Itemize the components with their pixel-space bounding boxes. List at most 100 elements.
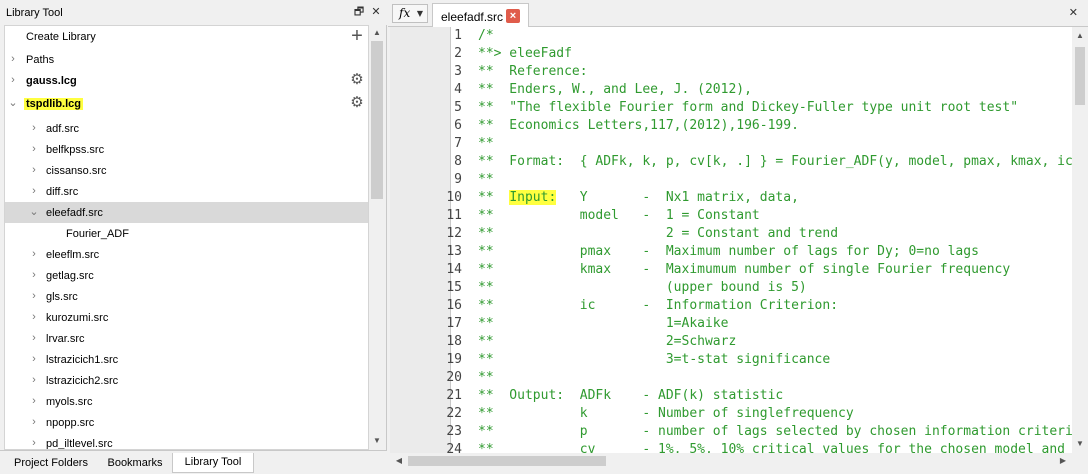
library-tree: Create Library + › Paths › gauss.lcg ⚙ ⌄… bbox=[4, 25, 369, 450]
editor-panel: fx ▼ eleefadf.src × ✕ 1 /* 2 **> eleeFadf … bbox=[388, 0, 1088, 474]
close-tab-icon[interactable]: × bbox=[506, 9, 520, 23]
line-number: 18 bbox=[446, 334, 462, 349]
tree-item-file[interactable]: › kurozumi.src bbox=[5, 307, 368, 328]
tree-item-file-selected[interactable]: ⌄ eleefadf.src bbox=[5, 202, 368, 223]
scroll-down-icon[interactable]: ▼ bbox=[1072, 437, 1088, 451]
code-line: 18 ** 2=Schwarz bbox=[390, 333, 1072, 351]
line-number: 21 bbox=[446, 388, 462, 403]
function-list-button[interactable]: fx ▼ bbox=[392, 4, 428, 23]
scroll-left-icon[interactable]: ◀ bbox=[392, 453, 406, 469]
gear-icon[interactable]: ⚙ bbox=[350, 95, 364, 110]
tree-item-label: lstrazicich1.src bbox=[46, 354, 119, 366]
scroll-thumb[interactable] bbox=[371, 41, 383, 199]
tree-item-file[interactable]: › eleeflm.src bbox=[5, 244, 368, 265]
code-line: 14 ** kmax - Maximumum number of single F… bbox=[390, 261, 1072, 279]
tree-item-file[interactable]: › lrvar.src bbox=[5, 328, 368, 349]
chevron-right-icon[interactable]: › bbox=[28, 265, 40, 286]
tree-item-label: myols.src bbox=[46, 396, 93, 408]
chevron-right-icon[interactable]: › bbox=[7, 49, 19, 70]
tree-item-file[interactable]: › diff.src bbox=[5, 181, 368, 202]
chevron-right-icon[interactable]: › bbox=[28, 391, 40, 412]
file-tab-label: eleefadf.src bbox=[441, 10, 504, 24]
code-editor[interactable]: 1 /* 2 **> eleeFadf 3 ** Reference: 4 ** End… bbox=[390, 27, 1072, 453]
line-number: 20 bbox=[446, 370, 462, 385]
tree-item-file[interactable]: › getlag.src bbox=[5, 265, 368, 286]
code-line: 13 ** pmax - Maximum number of lags for D… bbox=[390, 243, 1072, 261]
code-line: 22 ** k - Number of singlefrequency bbox=[390, 405, 1072, 423]
restore-icon[interactable]: 🗗 bbox=[352, 5, 366, 19]
chevron-right-icon[interactable]: › bbox=[28, 307, 40, 328]
tree-item-gauss-lcg[interactable]: › gauss.lcg ⚙ bbox=[5, 70, 368, 91]
line-text: ** kmax - Maximumum number of single Fou… bbox=[478, 262, 1011, 277]
tree-item-file[interactable]: › lstrazicich1.src bbox=[5, 349, 368, 370]
line-number: 6 bbox=[454, 118, 462, 133]
line-text-prefix: ** bbox=[478, 190, 510, 205]
create-library-row[interactable]: Create Library + bbox=[5, 26, 368, 47]
line-text: ** Input: Y - Nx1 matrix, data, bbox=[478, 190, 799, 205]
chevron-right-icon[interactable]: › bbox=[28, 160, 40, 181]
code-line: 19 ** 3=t-stat significance bbox=[390, 351, 1072, 369]
editor-horizontal-scrollbar[interactable]: ◀ ▶ bbox=[390, 453, 1072, 469]
code-line: 7 ** bbox=[390, 135, 1072, 153]
scroll-thumb[interactable] bbox=[408, 456, 606, 466]
editor-vertical-scrollbar[interactable]: ▲ ▼ bbox=[1072, 27, 1088, 453]
tree-item-label: Paths bbox=[26, 54, 55, 66]
chevron-right-icon[interactable]: › bbox=[28, 349, 40, 370]
line-number: 9 bbox=[454, 172, 462, 187]
chevron-right-icon[interactable]: › bbox=[28, 181, 40, 202]
chevron-down-icon[interactable]: ⌄ bbox=[7, 93, 19, 114]
file-tab[interactable]: eleefadf.src × bbox=[432, 3, 529, 28]
tree-item-file[interactable]: › gls.src bbox=[5, 286, 368, 307]
tree-item-tspdlib-lcg[interactable]: ⌄ tspdlib.lcg ⚙ bbox=[5, 93, 368, 114]
tree-item-label: gls.src bbox=[46, 291, 78, 303]
tab-library-tool[interactable]: Library Tool bbox=[172, 453, 254, 473]
tree-item-label: lstrazicich2.src bbox=[46, 375, 119, 387]
line-text: ** (upper bound is 5) bbox=[478, 280, 807, 295]
chevron-right-icon[interactable]: › bbox=[28, 286, 40, 307]
tree-item-file[interactable]: › pd_iltlevel.src bbox=[5, 433, 368, 450]
code-line: 8 ** Format: { ADFk, k, p, cv[k, .] } = F… bbox=[390, 153, 1072, 171]
chevron-right-icon[interactable]: › bbox=[28, 139, 40, 160]
code-line: 15 ** (upper bound is 5) bbox=[390, 279, 1072, 297]
highlighted-word: Input: bbox=[509, 190, 557, 205]
tree-item-procedure[interactable]: Fourier_ADF bbox=[5, 223, 368, 244]
chevron-right-icon[interactable]: › bbox=[7, 70, 19, 91]
scroll-down-icon[interactable]: ▼ bbox=[369, 434, 385, 448]
close-editor-icon[interactable]: ✕ bbox=[1069, 6, 1078, 19]
tree-item-label: diff.src bbox=[46, 186, 79, 198]
scroll-up-icon[interactable]: ▲ bbox=[369, 26, 385, 40]
tree-item-label: eleeflm.src bbox=[46, 249, 100, 261]
tree-item-file[interactable]: › belfkpss.src bbox=[5, 139, 368, 160]
tree-item-file[interactable]: › npopp.src bbox=[5, 412, 368, 433]
gear-icon[interactable]: ⚙ bbox=[350, 72, 364, 87]
tab-bookmarks[interactable]: Bookmarks bbox=[98, 453, 172, 473]
scroll-thumb[interactable] bbox=[1075, 47, 1085, 105]
tree-scrollbar[interactable]: ▲ ▼ bbox=[369, 25, 385, 450]
tree-item-label: Fourier_ADF bbox=[66, 228, 129, 240]
scroll-right-icon[interactable]: ▶ bbox=[1056, 453, 1070, 469]
tree-item-file[interactable]: › adf.src bbox=[5, 118, 368, 139]
chevron-right-icon[interactable]: › bbox=[28, 118, 40, 139]
line-text: ** bbox=[478, 136, 494, 151]
tab-project-folders[interactable]: Project Folders bbox=[4, 453, 98, 473]
add-library-icon[interactable]: + bbox=[350, 26, 364, 46]
tree-item-paths[interactable]: › Paths bbox=[5, 49, 368, 70]
chevron-right-icon[interactable]: › bbox=[28, 244, 40, 265]
line-text: ** p - number of lags selected by chosen… bbox=[478, 424, 1072, 439]
code-line: 21 ** Output: ADFk - ADF(k) statistic bbox=[390, 387, 1072, 405]
chevron-down-icon[interactable]: ⌄ bbox=[28, 202, 40, 223]
code-line: 1 /* bbox=[390, 27, 1072, 45]
chevron-right-icon[interactable]: › bbox=[28, 433, 40, 449]
chevron-right-icon[interactable]: › bbox=[28, 328, 40, 349]
scroll-up-icon[interactable]: ▲ bbox=[1072, 29, 1088, 43]
close-panel-icon[interactable]: ✕ bbox=[369, 5, 383, 19]
line-text: ** 1=Akaike bbox=[478, 316, 729, 331]
tree-item-file[interactable]: › cissanso.src bbox=[5, 160, 368, 181]
tree-item-label: pd_iltlevel.src bbox=[46, 438, 113, 450]
panel-title: Library Tool bbox=[6, 7, 63, 19]
tree-item-label: tspdlib.lcg bbox=[24, 98, 83, 110]
chevron-right-icon[interactable]: › bbox=[28, 412, 40, 433]
chevron-right-icon[interactable]: › bbox=[28, 370, 40, 391]
tree-item-file[interactable]: › lstrazicich2.src bbox=[5, 370, 368, 391]
tree-item-file[interactable]: › myols.src bbox=[5, 391, 368, 412]
